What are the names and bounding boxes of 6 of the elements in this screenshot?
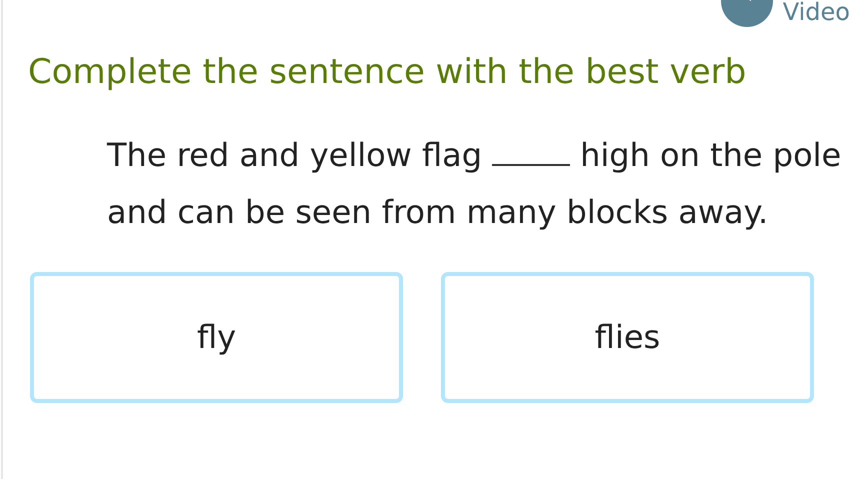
video-icon (720, 0, 773, 27)
instruction-heading: Complete the sentence with the best verb (28, 52, 746, 93)
answer-choice[interactable]: flies (441, 272, 814, 403)
answer-choice[interactable]: fly (30, 272, 403, 403)
video-link[interactable]: Video (720, 0, 850, 30)
question-sentence: The red and yellow flag high on the pole and can be seen from many blocks away. (107, 134, 842, 233)
